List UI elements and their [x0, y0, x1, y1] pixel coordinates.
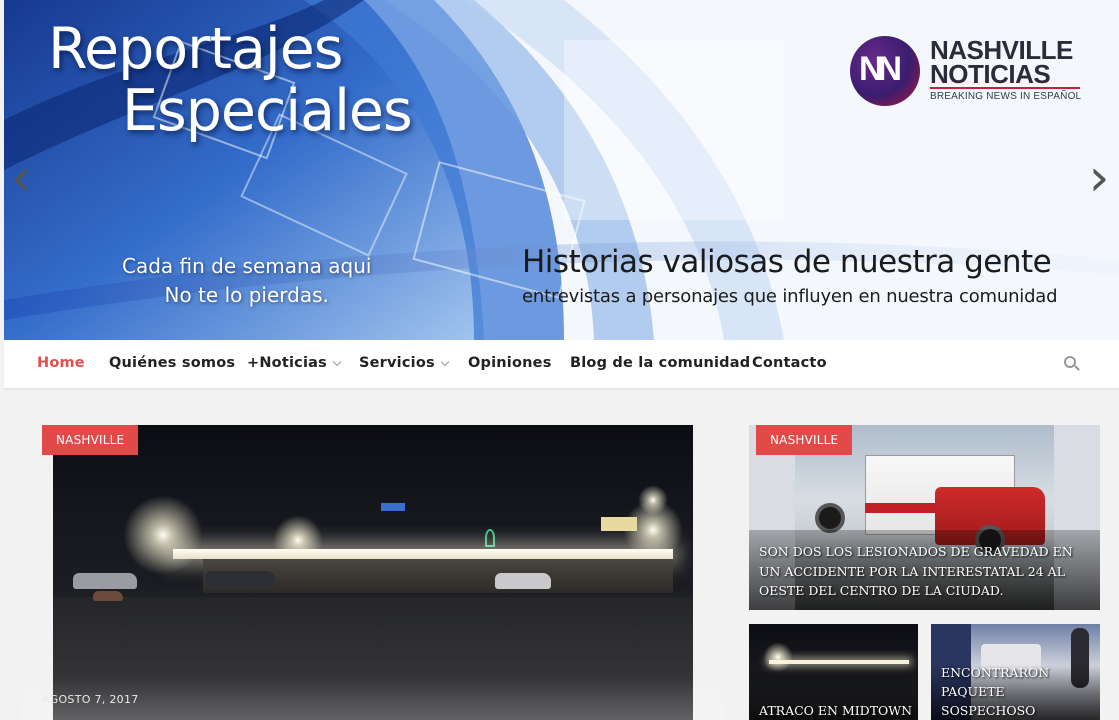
nav-item-opiniones[interactable]: Opiniones [468, 340, 552, 389]
car [93, 591, 123, 601]
logo-name-line2: NOTICIAS [930, 59, 1051, 89]
main-navigation: Home Quiénes somos +Noticias Servicios O… [4, 340, 1119, 389]
light-glow [638, 485, 668, 515]
nav-item-noticias[interactable]: +Noticias [247, 340, 342, 389]
store-sign [381, 503, 405, 511]
nav-item-contacto[interactable]: Contacto [752, 340, 827, 389]
logo-rule [930, 87, 1080, 89]
store-sign [485, 529, 495, 547]
banner-tagline-line2: No te lo pierdas. [164, 283, 329, 307]
search-icon[interactable] [1064, 356, 1080, 372]
logo-name: NASHVILLE NOTICIAS [930, 37, 1073, 89]
banner-title-line1: Reportajes [48, 16, 343, 82]
category-badge[interactable]: NASHVILLE [42, 425, 139, 455]
side-post-title[interactable]: SON DOS LOS LESIONADOS DE GRAVEDAD EN UN… [759, 542, 1089, 601]
side-post-thumb[interactable]: ATRACO EN MIDTOWN [749, 624, 918, 720]
hero-banner: Reportajes Especiales Cada fin de semana… [4, 0, 1119, 340]
ambulance-wheel [815, 503, 845, 533]
chevron-down-icon [332, 357, 342, 367]
banner-headline: Historias valiosas de nuestra gente [522, 244, 1052, 280]
featured-post[interactable]: NASHVILLE AGOSTO 7, 2017 [22, 425, 724, 720]
post-date: AGOSTO 7, 2017 [42, 693, 139, 706]
side-post-caption: SON DOS LOS LESIONADOS DE GRAVEDAD EN UN… [749, 530, 1100, 610]
gas-station-canopy [173, 549, 673, 559]
nav-item-servicios-label: Servicios [359, 355, 435, 371]
thumb-title[interactable]: ATRACO EN MIDTOWN [759, 701, 918, 720]
chevron-left-icon[interactable]: ‹ [4, 150, 38, 206]
category-badge[interactable]: NASHVILLE [756, 425, 853, 455]
car [73, 573, 137, 589]
nav-item-home[interactable]: Home [37, 340, 85, 389]
nav-item-blog[interactable]: Blog de la comunidad [570, 340, 750, 389]
nav-item-quienes-somos[interactable]: Quiénes somos [109, 340, 235, 389]
car [495, 573, 551, 589]
logo-tagline: BREAKING NEWS IN ESPAÑOL [930, 91, 1082, 102]
featured-image[interactable] [53, 425, 693, 720]
side-post-thumb[interactable]: ENCONTRARON PAQUETE SOSPECHOSO [931, 624, 1100, 720]
banner-title: Reportajes Especiales [48, 16, 413, 144]
chevron-down-icon [440, 357, 450, 367]
nav-item-servicios[interactable]: Servicios [359, 340, 450, 389]
chevron-right-icon[interactable]: › [1082, 150, 1116, 206]
site-logo[interactable]: NN NASHVILLE NOTICIAS BREAKING NEWS IN E… [850, 36, 1090, 108]
nav-item-noticias-label: +Noticias [247, 355, 327, 371]
store-sign [601, 517, 637, 531]
logo-mark-text: NN [859, 50, 902, 88]
light-glow [123, 495, 203, 575]
banner-subheadline: entrevistas a personajes que influyen en… [522, 286, 1058, 307]
car [205, 571, 275, 587]
banner-tagline-line1: Cada fin de semana aqui [122, 254, 372, 278]
search-icon-handle [1074, 365, 1080, 371]
thumb-title[interactable]: ENCONTRARON PAQUETE SOSPECHOSO [941, 663, 1100, 720]
logo-mark: NN [850, 36, 920, 106]
banner-title-line2: Especiales [122, 78, 413, 144]
banner-tagline: Cada fin de semana aqui No te lo pierdas… [122, 252, 371, 310]
